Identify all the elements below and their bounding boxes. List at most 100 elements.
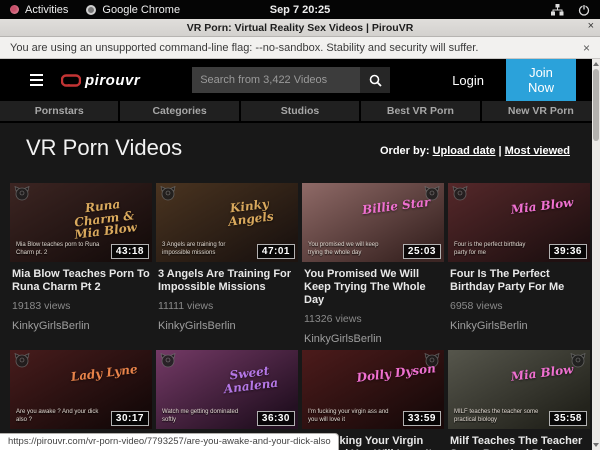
studio-cat-mask-logo [452, 186, 468, 201]
nav-item-studios[interactable]: Studios [241, 101, 359, 121]
thumbnail-caption: Four is the perfect birthday party for m… [454, 242, 539, 258]
activities-icon [10, 5, 19, 14]
search-button[interactable] [360, 67, 390, 93]
video-title[interactable]: Mia Blow Teaches Porn To Runa Charm Pt 2 [12, 268, 150, 294]
thumbnail-caption: You promised we will keep trying the who… [308, 242, 393, 258]
search-bar [192, 67, 390, 93]
order-by-most-viewed-link[interactable]: Most viewed [505, 145, 570, 157]
video-views: 11326 views [304, 313, 442, 325]
browser-title-bar: VR Porn: Virtual Reality Sex Videos | Pi… [0, 19, 600, 37]
network-icon[interactable] [551, 4, 564, 16]
video-studio-link[interactable]: KinkyGirlsBerlin [450, 320, 588, 332]
video-studio-link[interactable]: KinkyGirlsBerlin [12, 320, 150, 332]
order-by-label: Order by: [380, 145, 430, 157]
search-icon [369, 74, 382, 87]
activities-button[interactable]: Activities [10, 4, 68, 16]
nav-item-new-vr-porn[interactable]: New VR Porn [482, 101, 600, 121]
video-views: 6958 views [450, 300, 588, 312]
video-thumbnail[interactable]: Mia Blow MILF teaches the teacher some p… [448, 350, 590, 429]
video-thumbnail[interactable]: Lady Lyne Are you awake ? And your dick … [10, 350, 152, 429]
video-duration-badge: 35:58 [549, 411, 587, 426]
video-thumbnail[interactable]: Mia Blow Four is the perfect birthday pa… [448, 183, 590, 262]
site-logo[interactable]: pirouvr [61, 72, 140, 89]
thumbnail-overlay-title: Dolly Dyson [354, 362, 437, 385]
video-title[interactable]: 3 Angels Are Training For Impossible Mis… [158, 268, 296, 294]
video-duration-badge: 25:03 [403, 244, 441, 259]
studio-cat-mask-logo [14, 186, 30, 201]
thumbnail-caption: Mia Blow teaches porn to Runa Charm pt. … [16, 242, 101, 258]
thumbnail-overlay-title: Lady Lyne [62, 362, 145, 385]
studio-cat-mask-logo [160, 186, 176, 201]
nav-item-pornstars[interactable]: Pornstars [0, 101, 118, 121]
system-clock[interactable]: Sep 7 20:25 [270, 4, 331, 16]
thumbnail-overlay-title: Kinky Angels [207, 195, 292, 230]
browser-viewport: pirouvr Login Join Now Pornstars Categor… [0, 59, 600, 450]
video-duration-badge: 43:18 [111, 244, 149, 259]
studio-cat-mask-logo [14, 353, 30, 368]
video-thumbnail[interactable]: Dolly Dyson I'm fucking your virgin ass … [302, 350, 444, 429]
thumbnail-caption: Are you awake ? And your dick also ? [16, 409, 101, 425]
hamburger-menu-icon[interactable] [30, 74, 43, 86]
video-thumbnail[interactable]: Sweet Analena Watch me getting dominated… [156, 350, 298, 429]
video-thumbnail[interactable]: Runa Charm & Mia Blow Mia Blow teaches p… [10, 183, 152, 262]
video-duration-badge: 36:30 [257, 411, 295, 426]
video-studio-link[interactable]: KinkyGirlsBerlin [304, 333, 442, 345]
page-content: VR Porn Videos Order by: Upload date|Mos… [0, 123, 600, 450]
video-thumbnail[interactable]: Billie Star You promised we will keep tr… [302, 183, 444, 262]
chrome-infobar: You are using an unsupported command-lin… [0, 37, 600, 59]
video-views: 11111 views [158, 300, 296, 312]
window-title: VR Porn: Virtual Reality Sex Videos | Pi… [0, 22, 600, 34]
order-separator: | [499, 145, 502, 157]
video-views: 19183 views [12, 300, 150, 312]
video-title[interactable]: You Promised We Will Keep Trying The Who… [304, 268, 442, 307]
video-card[interactable]: Kinky Angels 3 Angels are training for i… [156, 183, 298, 345]
login-link[interactable]: Login [452, 73, 484, 88]
order-by-controls: Order by: Upload date|Most viewed [380, 145, 582, 161]
site-header: pirouvr Login Join Now [0, 59, 600, 101]
scroll-down-arrow-icon[interactable] [592, 440, 600, 450]
video-title[interactable]: Milf Teaches The Teacher Some Practical … [450, 435, 588, 450]
thumbnail-overlay-title: Runa Charm & Mia Blow [61, 195, 147, 243]
video-studio-link[interactable]: KinkyGirlsBerlin [158, 320, 296, 332]
vr-goggles-icon [61, 74, 81, 87]
nav-item-best-vr-porn[interactable]: Best VR Porn [361, 101, 479, 121]
thumbnail-caption: Watch me getting dominated softly [162, 409, 247, 425]
video-title[interactable]: Four Is The Perfect Birthday Party For M… [450, 268, 588, 294]
activities-label: Activities [25, 4, 68, 16]
thumbnail-overlay-title: Sweet Analena [207, 362, 292, 397]
window-close-icon[interactable]: × [588, 20, 594, 32]
thumbnail-caption: I'm fucking your virgin ass and you will… [308, 409, 393, 425]
thumbnail-overlay-title: Billie Star [354, 195, 437, 218]
thumbnail-overlay-title: Mia Blow [500, 195, 583, 218]
nav-item-categories[interactable]: Categories [120, 101, 238, 121]
order-by-upload-date-link[interactable]: Upload date [433, 145, 496, 157]
video-duration-badge: 39:36 [549, 244, 587, 259]
thumbnail-caption: 3 Angels are training for impossible mis… [162, 242, 247, 258]
join-now-button[interactable]: Join Now [506, 59, 576, 101]
scroll-up-arrow-icon[interactable] [592, 59, 600, 69]
page-scrollbar[interactable] [592, 59, 600, 450]
scrollbar-thumb[interactable] [593, 69, 599, 141]
chrome-app-label: Google Chrome [102, 4, 180, 16]
video-grid: Runa Charm & Mia Blow Mia Blow teaches p… [10, 183, 590, 450]
thumbnail-caption: MILF teaches the teacher some practical … [454, 409, 539, 425]
chrome-app-menu[interactable]: Google Chrome [86, 4, 180, 16]
video-duration-badge: 33:59 [403, 411, 441, 426]
site-logo-text: pirouvr [85, 72, 140, 89]
infobar-message: You are using an unsupported command-lin… [10, 42, 478, 54]
infobar-close-icon[interactable]: × [583, 41, 590, 55]
power-icon[interactable] [578, 4, 590, 16]
video-card[interactable]: Mia Blow MILF teaches the teacher some p… [448, 350, 590, 450]
status-bar-url: https://pirouvr.com/vr-porn-video/779325… [0, 433, 339, 450]
video-duration-badge: 30:17 [111, 411, 149, 426]
system-top-bar: Activities Google Chrome Sep 7 20:25 [0, 0, 600, 19]
video-thumbnail[interactable]: Kinky Angels 3 Angels are training for i… [156, 183, 298, 262]
video-card[interactable]: Billie Star You promised we will keep tr… [302, 183, 444, 345]
search-input[interactable] [192, 67, 360, 93]
video-card[interactable]: Runa Charm & Mia Blow Mia Blow teaches p… [10, 183, 152, 345]
main-nav: Pornstars Categories Studios Best VR Por… [0, 101, 600, 123]
thumbnail-overlay-title: Mia Blow [500, 362, 583, 385]
video-duration-badge: 47:01 [257, 244, 295, 259]
video-card[interactable]: Mia Blow Four is the perfect birthday pa… [448, 183, 590, 345]
studio-cat-mask-logo [160, 353, 176, 368]
